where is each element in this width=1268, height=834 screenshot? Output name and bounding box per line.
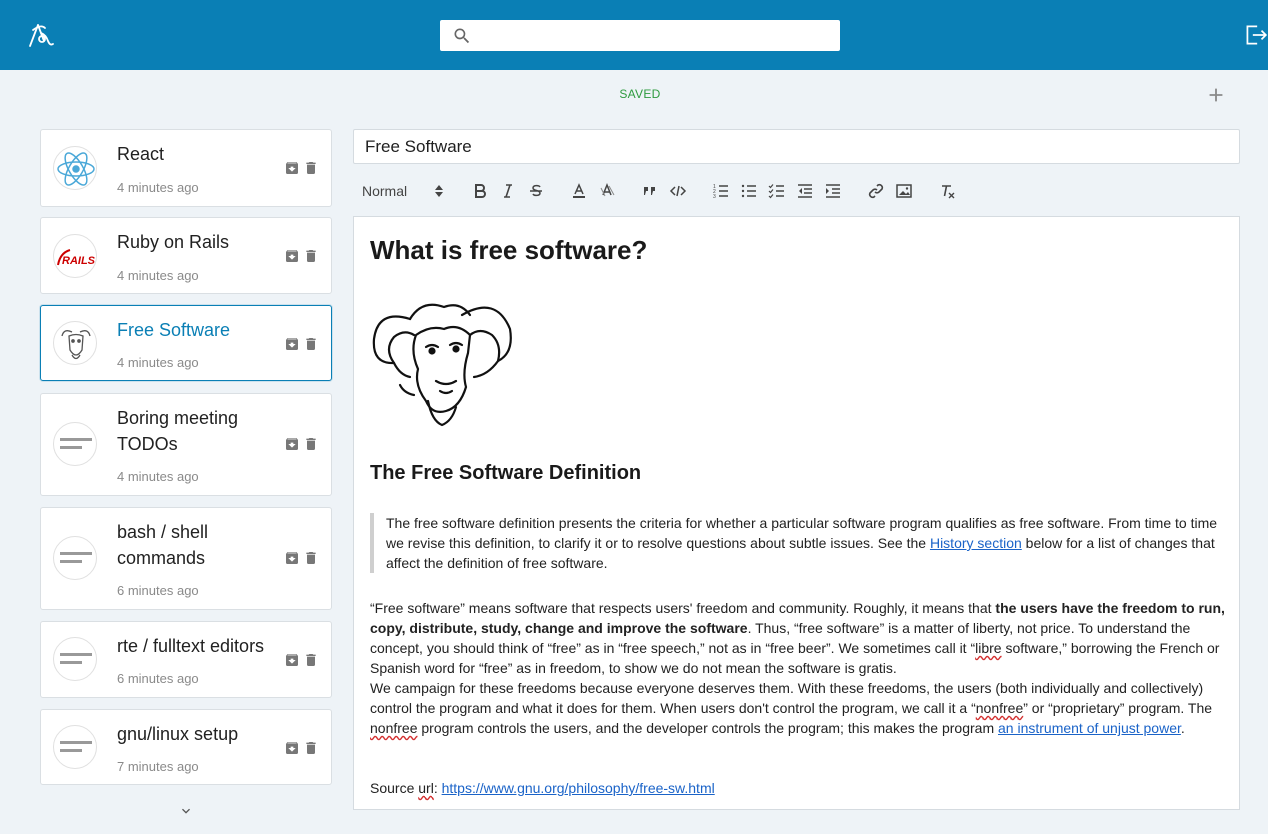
trash-icon[interactable] xyxy=(303,248,319,269)
search-icon xyxy=(454,28,470,44)
text-color-icon[interactable] xyxy=(570,182,588,200)
blockquote-icon[interactable] xyxy=(641,182,659,200)
trash-icon[interactable] xyxy=(303,336,319,357)
note-timestamp: 4 minutes ago xyxy=(117,268,199,283)
blockquote: The free software definition presents th… xyxy=(370,513,1222,573)
select-arrows-icon xyxy=(435,184,443,202)
format-select-value: Normal xyxy=(362,183,408,199)
text-note-icon xyxy=(53,422,97,466)
outdent-icon[interactable] xyxy=(796,182,814,200)
note-timestamp: 6 minutes ago xyxy=(117,583,199,598)
note-title: gnu/linux setup xyxy=(117,724,239,744)
paragraph: We campaign for these freedoms because e… xyxy=(370,680,1213,736)
text-note-icon xyxy=(53,725,97,769)
content-heading-1: What is free software? xyxy=(370,235,648,265)
trash-icon[interactable] xyxy=(303,740,319,761)
plus-icon xyxy=(1209,88,1223,102)
note-timestamp: 4 minutes ago xyxy=(117,180,199,195)
note-title: bash / shell commands xyxy=(117,522,209,568)
load-more-chevron-down-icon[interactable] xyxy=(178,803,194,824)
note-card-selected[interactable]: Free Software 4 minutes ago xyxy=(40,305,332,381)
note-title: React xyxy=(117,144,165,164)
trash-icon[interactable] xyxy=(303,160,319,181)
note-title: rte / fulltext editors xyxy=(117,636,265,656)
source-url-link[interactable]: https://www.gnu.org/philosophy/free-sw.h… xyxy=(442,780,715,796)
gnu-logo-icon xyxy=(53,321,97,365)
note-timestamp: 6 minutes ago xyxy=(117,671,199,686)
note-timestamp: 4 minutes ago xyxy=(117,355,199,370)
archive-icon[interactable] xyxy=(284,652,300,673)
image-icon[interactable] xyxy=(895,182,913,200)
archive-icon[interactable] xyxy=(284,436,300,457)
archive-icon[interactable] xyxy=(284,550,300,571)
note-title: Free Software xyxy=(117,320,231,340)
note-title: Ruby on Rails xyxy=(117,232,230,252)
unjust-power-link[interactable]: an instrument of unjust power xyxy=(998,720,1181,736)
search-box[interactable] xyxy=(440,20,840,51)
archive-icon[interactable] xyxy=(284,740,300,761)
note-title: Boring meeting TODOs xyxy=(117,408,239,454)
react-logo-icon xyxy=(53,146,97,190)
rails-logo-icon: RAILS xyxy=(53,234,97,278)
ordered-list-icon[interactable]: 123 xyxy=(712,182,730,200)
add-note-button[interactable] xyxy=(1205,84,1227,111)
note-title-input[interactable] xyxy=(365,136,1225,158)
logout-icon[interactable] xyxy=(1242,22,1268,53)
text-note-icon xyxy=(53,536,97,580)
rails-logo-text: RAILS xyxy=(62,255,96,267)
italic-icon[interactable] xyxy=(499,182,517,200)
bold-icon[interactable] xyxy=(471,182,489,200)
svg-text:3: 3 xyxy=(713,194,716,200)
archive-icon[interactable] xyxy=(284,248,300,269)
checklist-icon[interactable] xyxy=(768,182,786,200)
editor-toolbar: Normal 123 xyxy=(353,176,1240,206)
search-input[interactable] xyxy=(480,24,830,47)
trash-icon[interactable] xyxy=(303,436,319,457)
paragraph: “Free software” means software that resp… xyxy=(370,600,1225,676)
save-status: SAVED xyxy=(619,87,661,101)
app-logo-icon[interactable] xyxy=(24,19,56,51)
note-timestamp: 7 minutes ago xyxy=(117,759,199,774)
note-title-field[interactable] xyxy=(353,129,1240,164)
rich-text-editor[interactable]: What is free software? The Free Software… xyxy=(353,216,1240,810)
clear-formatting-icon[interactable] xyxy=(938,182,956,200)
link-icon[interactable] xyxy=(867,182,885,200)
text-note-icon xyxy=(53,637,97,681)
background-color-icon[interactable] xyxy=(598,182,616,200)
top-bar xyxy=(0,0,1268,70)
note-card[interactable]: bash / shell commands 6 minutes ago xyxy=(40,507,332,610)
strikethrough-icon[interactable] xyxy=(527,182,545,200)
bullet-list-icon[interactable] xyxy=(740,182,758,200)
source-line: Source url: https://www.gnu.org/philosop… xyxy=(370,780,715,796)
archive-icon[interactable] xyxy=(284,336,300,357)
note-timestamp: 4 minutes ago xyxy=(117,469,199,484)
archive-icon[interactable] xyxy=(284,160,300,181)
note-card[interactable]: rte / fulltext editors 6 minutes ago xyxy=(40,621,332,698)
note-card[interactable]: RAILS Ruby on Rails 4 minutes ago xyxy=(40,217,332,294)
trash-icon[interactable] xyxy=(303,652,319,673)
history-section-link[interactable]: History section xyxy=(930,535,1022,551)
note-card[interactable]: gnu/linux setup 7 minutes ago xyxy=(40,709,332,785)
note-card[interactable]: Boring meeting TODOs 4 minutes ago xyxy=(40,393,332,496)
code-block-icon[interactable] xyxy=(669,182,687,200)
trash-icon[interactable] xyxy=(303,550,319,571)
content-heading-2: The Free Software Definition xyxy=(370,462,642,484)
note-card[interactable]: React 4 minutes ago xyxy=(40,129,332,207)
indent-icon[interactable] xyxy=(824,182,842,200)
gnu-head-image xyxy=(370,289,514,434)
